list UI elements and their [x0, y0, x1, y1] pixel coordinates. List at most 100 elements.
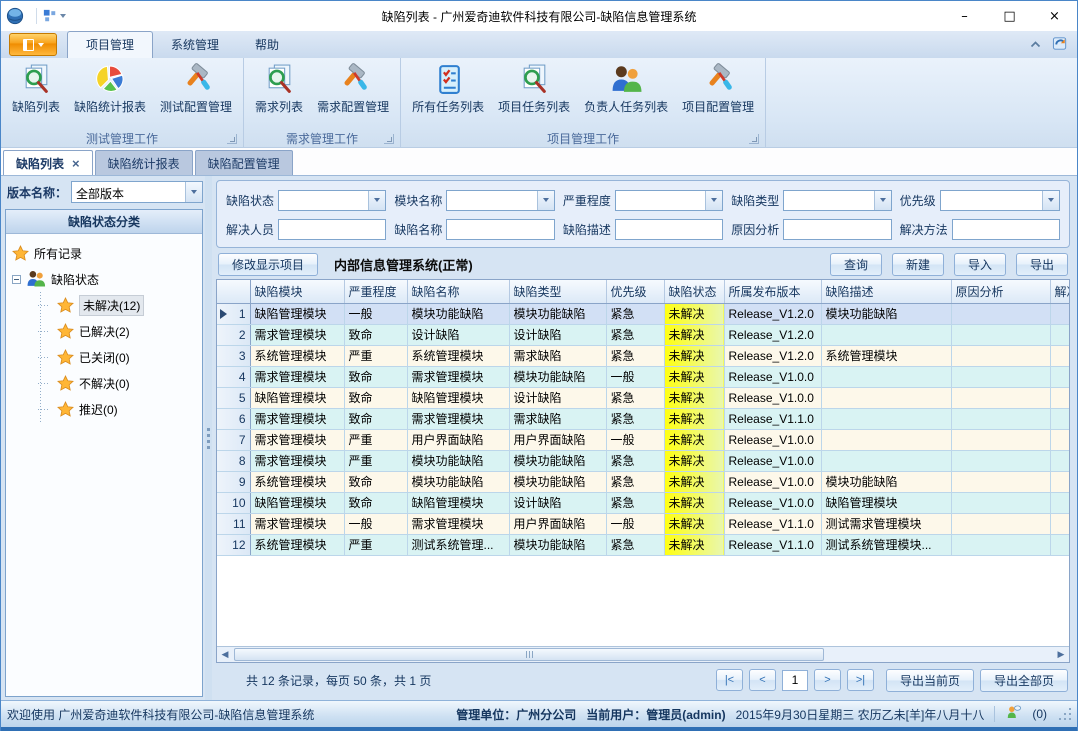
column-header-严重程度[interactable]: 严重程度 — [344, 280, 407, 303]
panel-splitter[interactable] — [205, 176, 212, 700]
collapse-ribbon-icon[interactable] — [1029, 38, 1042, 52]
theme-switch-icon[interactable] — [1052, 35, 1069, 55]
chevron-down-icon[interactable] — [705, 191, 722, 210]
next-page-button[interactable]: > — [814, 669, 841, 691]
column-header-缺陷类型[interactable]: 缺陷类型 — [509, 280, 606, 303]
column-header-缺陷状态[interactable]: 缺陷状态 — [664, 280, 724, 303]
document-tab-缺陷列表[interactable]: 缺陷列表× — [3, 150, 93, 175]
cell-缺陷描述 — [821, 324, 951, 345]
quick-access-toolbar-button[interactable] — [43, 9, 66, 23]
group-dialog-launcher-icon[interactable] — [749, 134, 759, 144]
prev-page-button[interactable]: < — [749, 669, 776, 691]
application-menu-button[interactable] — [9, 33, 57, 56]
chevron-down-icon[interactable] — [368, 191, 385, 210]
table-row[interactable]: 1缺陷管理模块一般模块功能缺陷模块功能缺陷紧急未解决Release_V1.2.0… — [217, 303, 1069, 324]
scroll-left-icon[interactable]: ◀ — [217, 647, 233, 662]
ribbon-button-缺陷统计报表[interactable]: 缺陷统计报表 — [67, 60, 153, 117]
column-header-缺陷描述[interactable]: 缺陷描述 — [821, 280, 951, 303]
filter-combo-优先级[interactable] — [940, 190, 1060, 211]
ribbon-button-需求配置管理[interactable]: 需求配置管理 — [310, 60, 396, 117]
export-current-page-button[interactable]: 导出当前页 — [886, 669, 974, 692]
page-number-input[interactable] — [782, 670, 808, 691]
filter-combo-模块名称[interactable] — [446, 190, 554, 211]
close-tab-icon[interactable]: × — [72, 157, 80, 170]
table-row[interactable]: 6需求管理模块致命需求管理模块需求缺陷紧急未解决Release_V1.1.0 — [217, 408, 1069, 429]
scrollbar-thumb[interactable] — [234, 648, 824, 661]
ribbon-button-项目任务列表[interactable]: 项目任务列表 — [491, 60, 577, 117]
filter-input-缺陷描述[interactable] — [615, 219, 723, 240]
ribbon-tab-系统管理[interactable]: 系统管理 — [153, 32, 237, 58]
last-page-button[interactable]: >| — [847, 669, 874, 691]
chevron-down-icon[interactable] — [185, 182, 202, 202]
table-row[interactable]: 8需求管理模块严重模块功能缺陷模块功能缺陷紧急未解决Release_V1.0.0 — [217, 450, 1069, 471]
document-tab-缺陷统计报表[interactable]: 缺陷统计报表 — [95, 150, 193, 175]
query-button[interactable]: 查询 — [830, 253, 882, 276]
filter-combo-严重程度[interactable] — [615, 190, 723, 211]
collapse-node-icon[interactable] — [12, 275, 21, 284]
left-panel: 版本名称： 全部版本 缺陷状态分类 所有记录缺陷状态未解决(12)已解决(2)已… — [1, 176, 205, 700]
minimize-button[interactable]: – — [942, 1, 987, 31]
ribbon-button-负责人任务列表[interactable]: 负责人任务列表 — [577, 60, 675, 117]
export-button[interactable]: 导出 — [1016, 253, 1068, 276]
scroll-right-icon[interactable]: ▶ — [1053, 647, 1069, 662]
resize-grip-icon[interactable] — [1059, 708, 1071, 720]
filter-input-解决方法[interactable] — [952, 219, 1060, 240]
import-button[interactable]: 导入 — [954, 253, 1006, 276]
scrollbar-track[interactable] — [233, 647, 1053, 662]
tree-item-缺陷状态[interactable]: 缺陷状态 — [12, 266, 200, 292]
table-row[interactable]: 4需求管理模块致命需求管理模块模块功能缺陷一般未解决Release_V1.0.0 — [217, 366, 1069, 387]
version-combo[interactable]: 全部版本 — [71, 181, 203, 203]
chevron-down-icon[interactable] — [1042, 191, 1059, 210]
ribbon-tab-项目管理[interactable]: 项目管理 — [67, 31, 153, 58]
ribbon-button-label: 缺陷统计报表 — [74, 98, 146, 115]
filter-input-解决人员[interactable] — [278, 219, 386, 240]
column-header-解决方法[interactable]: 解决方法 — [1050, 280, 1069, 303]
ribbon-button-所有任务列表[interactable]: 所有任务列表 — [405, 60, 491, 117]
first-page-button[interactable]: |< — [716, 669, 743, 691]
ribbon-tab-帮助[interactable]: 帮助 — [237, 32, 297, 58]
export-all-pages-button[interactable]: 导出全部页 — [980, 669, 1068, 692]
document-tab-缺陷配置管理[interactable]: 缺陷配置管理 — [195, 150, 293, 175]
maximize-button[interactable]: □ — [987, 1, 1032, 31]
table-row[interactable]: 11需求管理模块一般需求管理模块用户界面缺陷一般未解决Release_V1.1.… — [217, 513, 1069, 534]
modify-columns-button[interactable]: 修改显示项目 — [218, 253, 318, 276]
group-dialog-launcher-icon[interactable] — [384, 134, 394, 144]
cell-优先级: 紧急 — [606, 408, 664, 429]
ribbon-button-测试配置管理[interactable]: 测试配置管理 — [153, 60, 239, 117]
table-row[interactable]: 2需求管理模块致命设计缺陷设计缺陷紧急未解决Release_V1.2.0 — [217, 324, 1069, 345]
table-row[interactable]: 7需求管理模块严重用户界面缺陷用户界面缺陷一般未解决Release_V1.0.0 — [217, 429, 1069, 450]
column-header-优先级[interactable]: 优先级 — [606, 280, 664, 303]
ribbon-button-缺陷列表[interactable]: 缺陷列表 — [5, 60, 67, 117]
column-header-缺陷模块[interactable]: 缺陷模块 — [250, 280, 344, 303]
filter-input-缺陷名称[interactable] — [446, 219, 554, 240]
column-header-缺陷名称[interactable]: 缺陷名称 — [407, 280, 509, 303]
messenger-icon[interactable] — [1005, 704, 1022, 724]
column-header-原因分析[interactable]: 原因分析 — [951, 280, 1050, 303]
chevron-down-icon[interactable] — [874, 191, 891, 210]
ribbon-button-项目配置管理[interactable]: 项目配置管理 — [675, 60, 761, 117]
tree-item-所有记录[interactable]: 所有记录 — [12, 240, 200, 266]
filter-input-原因分析[interactable] — [783, 219, 891, 240]
column-header-所属发布版本[interactable]: 所属发布版本 — [724, 280, 821, 303]
close-button[interactable]: × — [1032, 1, 1077, 31]
cell-优先级: 紧急 — [606, 345, 664, 366]
row-number: 2 — [217, 324, 250, 345]
filter-combo-缺陷类型[interactable] — [783, 190, 891, 211]
table-row[interactable]: 5缺陷管理模块致命缺陷管理模块设计缺陷紧急未解决Release_V1.0.0 — [217, 387, 1069, 408]
cell-缺陷描述: 缺陷管理模块 — [821, 492, 951, 513]
ribbon-button-需求列表[interactable]: 需求列表 — [248, 60, 310, 117]
cell-缺陷类型: 需求缺陷 — [509, 408, 606, 429]
table-row[interactable]: 3系统管理模块严重系统管理模块需求缺陷紧急未解决Release_V1.2.0系统… — [217, 345, 1069, 366]
cell-严重程度: 致命 — [344, 366, 407, 387]
cell-缺陷状态: 未解决 — [664, 303, 724, 324]
chevron-down-icon[interactable] — [537, 191, 554, 210]
table-row[interactable]: 12系统管理模块严重测试系统管理...模块功能缺陷紧急未解决Release_V1… — [217, 534, 1069, 555]
table-row[interactable]: 10缺陷管理模块致命缺陷管理模块设计缺陷紧急未解决Release_V1.0.0缺… — [217, 492, 1069, 513]
filter-combo-缺陷状态[interactable] — [278, 190, 386, 211]
ribbon-content: 缺陷列表缺陷统计报表测试配置管理测试管理工作需求列表需求配置管理需求管理工作所有… — [1, 58, 1077, 148]
cell-缺陷模块: 系统管理模块 — [250, 534, 344, 555]
create-button[interactable]: 新建 — [892, 253, 944, 276]
welcome-text: 欢迎使用 广州爱奇迪软件科技有限公司-缺陷信息管理系统 — [7, 706, 314, 723]
group-dialog-launcher-icon[interactable] — [227, 134, 237, 144]
table-row[interactable]: 9系统管理模块致命模块功能缺陷模块功能缺陷紧急未解决Release_V1.0.0… — [217, 471, 1069, 492]
